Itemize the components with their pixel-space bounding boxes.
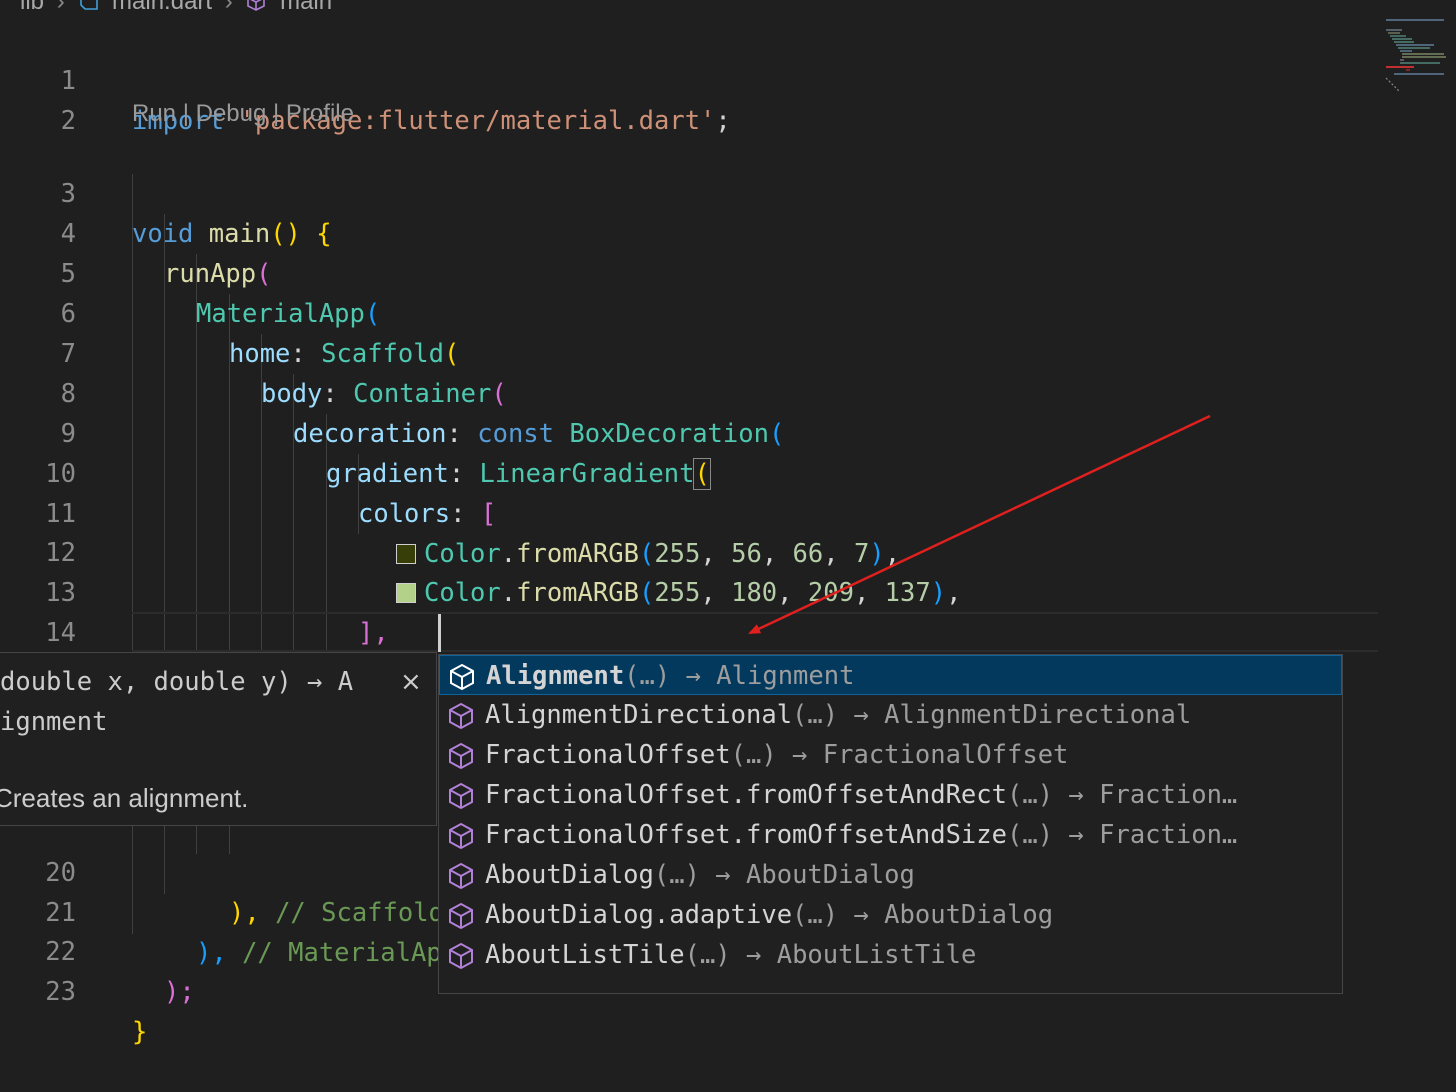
parameter-hint-popup: double x, double y) → A ignment × Create… <box>0 652 437 826</box>
suggestion-arrow: → <box>670 661 717 691</box>
suggestion-args: (…) <box>792 700 839 730</box>
suggestion-args: (…) <box>1006 780 1054 810</box>
suggestion-detail: Fraction… <box>1099 820 1238 850</box>
suggestion-label: FractionalOffset <box>485 740 731 770</box>
suggestion-args: (…) <box>1006 820 1054 850</box>
signature-text: double x, double y) → A <box>0 667 354 697</box>
suggestion-arrow: → <box>730 940 777 970</box>
suggestion-detail: AboutDialog <box>884 900 1054 930</box>
suggestion-item[interactable]: Alignment(…) → Alignment <box>439 655 1342 695</box>
close-icon[interactable]: × <box>400 667 422 697</box>
suggestion-detail: FractionalOffset <box>822 740 1069 770</box>
constructor-icon <box>449 742 473 770</box>
constructor-icon <box>449 862 473 890</box>
suggestion-item[interactable]: AboutListTile(…) → AboutListTile <box>439 935 1342 975</box>
suggestion-label: AlignmentDirectional <box>485 700 793 730</box>
suggestion-label: AboutDialog <box>485 860 654 890</box>
suggestion-label: AboutDialog.adaptive <box>485 900 793 930</box>
suggestion-args: (…) <box>730 740 777 770</box>
autocomplete-suggestions[interactable]: Alignment(…) → Alignment AlignmentDirect… <box>438 654 1343 994</box>
suggestion-arrow: → <box>1053 780 1100 810</box>
constructor-icon <box>450 663 474 691</box>
suggestion-item[interactable]: AboutDialog.adaptive(…) → AboutDialog <box>439 895 1342 935</box>
suggestion-args: (…) <box>653 860 700 890</box>
suggestion-args: (…) <box>624 661 671 691</box>
constructor-icon <box>449 702 473 730</box>
suggestion-arrow: → <box>1053 820 1100 850</box>
suggestion-args: (…) <box>684 940 731 970</box>
suggestion-label: FractionalOffset.fromOffsetAndSize <box>485 820 1007 850</box>
suggestion-label: AboutListTile <box>485 940 685 970</box>
signature-text-continued: ignment <box>0 707 108 737</box>
constructor-icon <box>449 782 473 810</box>
suggestion-args: (…) <box>792 900 839 930</box>
suggestion-label: Alignment <box>486 661 625 691</box>
suggestion-detail: AboutDialog <box>746 860 915 890</box>
suggestion-item[interactable]: FractionalOffset(…) → FractionalOffset <box>439 735 1342 775</box>
suggestion-detail: Fraction… <box>1099 780 1238 810</box>
suggestion-item[interactable]: AboutDialog(…) → AboutDialog <box>439 855 1342 895</box>
suggestion-detail: Alignment <box>716 661 855 691</box>
punctuation: } <box>132 1017 148 1047</box>
suggestion-label: FractionalOffset.fromOffsetAndRect <box>485 780 1007 810</box>
documentation-text: Creates an alignment. <box>0 783 249 813</box>
suggestion-detail: AlignmentDirectional <box>884 700 1192 730</box>
suggestion-detail: AboutListTile <box>776 940 977 970</box>
suggestion-item[interactable]: AlignmentDirectional(…) → AlignmentDirec… <box>439 695 1342 735</box>
suggestion-arrow: → <box>699 860 747 890</box>
suggestion-arrow: → <box>838 700 885 730</box>
constructor-icon <box>449 902 473 930</box>
suggestion-arrow: → <box>838 900 885 930</box>
suggestion-item[interactable]: FractionalOffset.fromOffsetAndSize(…) → … <box>439 815 1342 855</box>
suggestion-item[interactable]: FractionalOffset.fromOffsetAndRect(…) → … <box>439 775 1342 815</box>
constructor-icon <box>449 822 473 850</box>
constructor-icon <box>449 942 473 970</box>
suggestion-arrow: → <box>776 740 823 770</box>
